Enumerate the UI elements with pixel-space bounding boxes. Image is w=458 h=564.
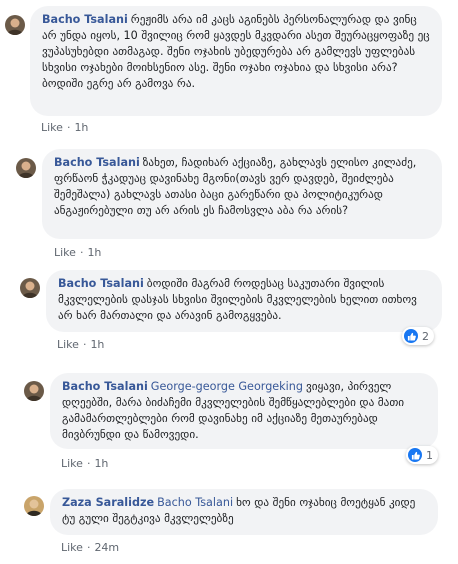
comment-actions: Like · 1h [57,338,104,351]
mention-link[interactable]: Bacho Tsalani [157,496,233,509]
comment-bubble: Bacho Tsalani George-george Georgeking ვიყ… [50,373,438,449]
reaction-count[interactable]: 2 [402,327,434,345]
comment-author[interactable]: Zaza Saralidze [62,496,154,509]
comment-author[interactable]: Bacho Tsalani [62,380,148,393]
comment-bubble: Bacho Tsalani ბოდიში მაგრამ როდესაც საკუთ… [46,270,442,332]
comment-author[interactable]: Bacho Tsalani [54,156,140,169]
comment-time[interactable]: 1h [87,246,101,259]
comment-bubble: Zaza Saralidze Bacho Tsalani ხო და შენი ოჯ… [50,489,438,535]
comment-actions: Like · 1h [41,121,88,134]
avatar[interactable] [5,15,25,35]
reaction-number: 1 [426,448,433,462]
mention-link[interactable]: George-george Georgeking [151,380,303,393]
separator-dot: · [86,457,91,470]
comment-bubble: Bacho Tsalani რეჟიმს არა იმ კაცს აგინებს … [30,6,442,116]
comment-time[interactable]: 24m [94,541,119,554]
separator-dot: · [66,121,71,134]
avatar[interactable] [24,496,44,516]
comment-bubble: Bacho Tsalani ზახეთ, ჩადიხარ აქციაზე, გახ… [42,149,442,239]
like-thumb-icon [408,448,422,462]
avatar[interactable] [16,158,36,178]
comment-author[interactable]: Bacho Tsalani [42,13,128,26]
separator-dot: · [82,338,87,351]
comment-time[interactable]: 1h [74,121,88,134]
separator-dot: · [79,246,84,259]
comment-time[interactable]: 1h [94,457,108,470]
avatar[interactable] [24,381,44,401]
like-button[interactable]: Like [61,457,83,470]
reaction-count[interactable]: 1 [406,446,438,464]
like-button[interactable]: Like [57,338,79,351]
comment-actions: Like · 24m [61,541,119,554]
comment-author[interactable]: Bacho Tsalani [58,277,144,290]
like-button[interactable]: Like [41,121,63,134]
avatar[interactable] [20,278,40,298]
comment-actions: Like · 1h [61,457,108,470]
like-button[interactable]: Like [54,246,76,259]
separator-dot: · [86,541,91,554]
like-thumb-icon [404,329,418,343]
comment-time[interactable]: 1h [90,338,104,351]
like-button[interactable]: Like [61,541,83,554]
reaction-number: 2 [422,329,429,343]
comment-actions: Like · 1h [54,246,101,259]
